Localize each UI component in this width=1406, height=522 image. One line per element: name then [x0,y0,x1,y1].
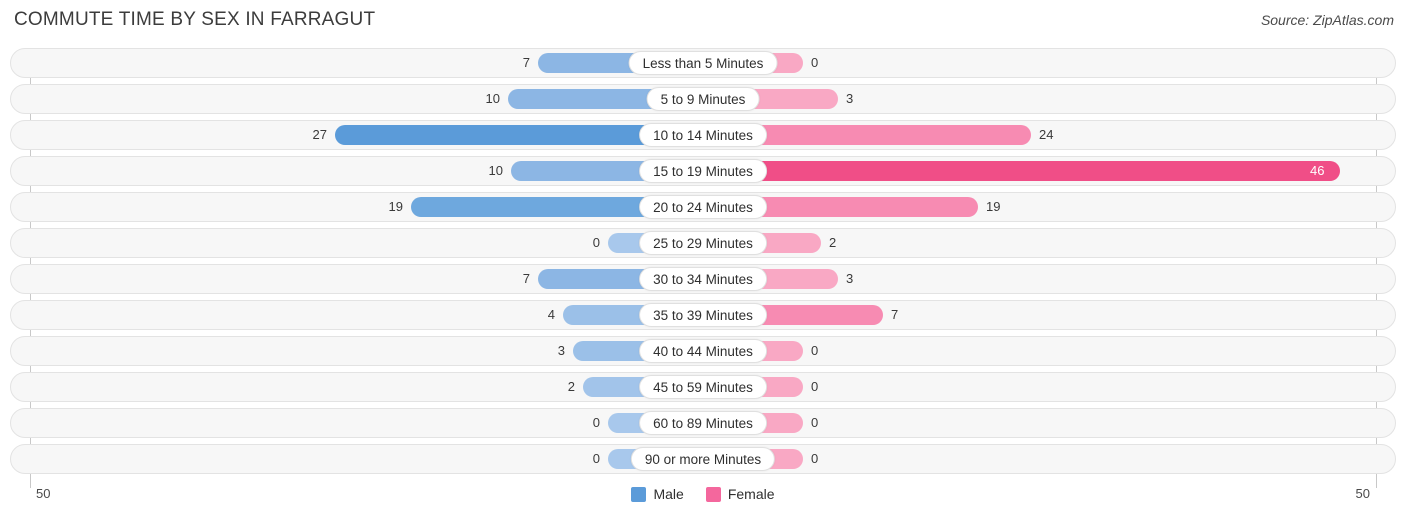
category-label-pill: 10 to 14 Minutes [639,123,767,147]
page-title: COMMUTE TIME BY SEX IN FARRAGUT [14,9,376,30]
category-label-pill: Less than 5 Minutes [628,51,778,75]
bar-row: 0 2 25 to 29 Minutes [0,228,1406,258]
male-value-label: 10 [485,91,500,106]
category-label-pill: 25 to 29 Minutes [639,231,767,255]
female-value-label: 0 [811,415,819,430]
source-attribution: Source: ZipAtlas.com [1260,12,1394,28]
male-value-label: 10 [488,163,503,178]
female-value-label: 24 [1039,127,1054,142]
female-value-label: 3 [846,91,854,106]
female-value-label: 19 [986,199,1001,214]
male-value-label: 4 [547,307,555,322]
male-value-label: 3 [557,343,565,358]
legend-swatch-icon [631,486,647,502]
category-label-pill: 30 to 34 Minutes [639,267,767,291]
female-bar[interactable] [703,161,1340,181]
chart-header: COMMUTE TIME BY SEX IN FARRAGUT Source: … [0,0,1406,42]
female-value-label: 3 [846,271,854,286]
category-label-pill: 35 to 39 Minutes [639,303,767,327]
female-value-label: 0 [811,379,819,394]
bar-row: 0 0 90 or more Minutes [0,444,1406,474]
bar-row: 19 19 20 to 24 Minutes [0,192,1406,222]
legend-item[interactable]: Female [705,486,775,502]
category-label-pill: 90 or more Minutes [630,447,776,471]
legend-label: Female [727,486,775,502]
bar-rows-container: 7 0 Less than 5 Minutes 10 3 5 to 9 Minutes 27… [0,48,1406,480]
chart-footer: 50 50 Male Female [0,482,1406,522]
chart-legend: Male Female [0,486,1406,502]
female-value-label: 0 [811,451,819,466]
bar-row: 3 0 40 to 44 Minutes [0,336,1406,366]
female-value-label: 46 [1310,163,1325,178]
category-label-pill: 20 to 24 Minutes [639,195,767,219]
bar-row: 7 0 Less than 5 Minutes [0,48,1406,78]
bar-row: 2 0 45 to 59 Minutes [0,372,1406,402]
legend-label: Male [653,486,684,502]
male-value-label: 2 [567,379,575,394]
bar-row: 27 24 10 to 14 Minutes [0,120,1406,150]
category-label-pill: 60 to 89 Minutes [639,411,767,435]
bar-row: 0 0 60 to 89 Minutes [0,408,1406,438]
bar-row: 10 46 15 to 19 Minutes [0,156,1406,186]
female-value-label: 0 [811,55,819,70]
female-value-label: 0 [811,343,819,358]
category-label-pill: 5 to 9 Minutes [646,87,760,111]
bar-row: 4 7 35 to 39 Minutes [0,300,1406,330]
male-value-label: 0 [592,451,600,466]
male-value-label: 0 [592,415,600,430]
male-value-label: 27 [312,127,327,142]
category-label-pill: 40 to 44 Minutes [639,339,767,363]
female-value-label: 2 [829,235,837,250]
bar-row: 10 3 5 to 9 Minutes [0,84,1406,114]
category-label-pill: 45 to 59 Minutes [639,375,767,399]
category-label-pill: 15 to 19 Minutes [639,159,767,183]
male-value-label: 19 [388,199,403,214]
legend-item[interactable]: Male [631,486,684,502]
male-value-label: 7 [522,55,530,70]
female-value-label: 7 [891,307,899,322]
chart-plot-area: 7 0 Less than 5 Minutes 10 3 5 to 9 Minutes 27… [0,42,1406,488]
legend-swatch-icon [705,486,721,502]
bar-row: 7 3 30 to 34 Minutes [0,264,1406,294]
male-value-label: 7 [522,271,530,286]
male-value-label: 0 [592,235,600,250]
